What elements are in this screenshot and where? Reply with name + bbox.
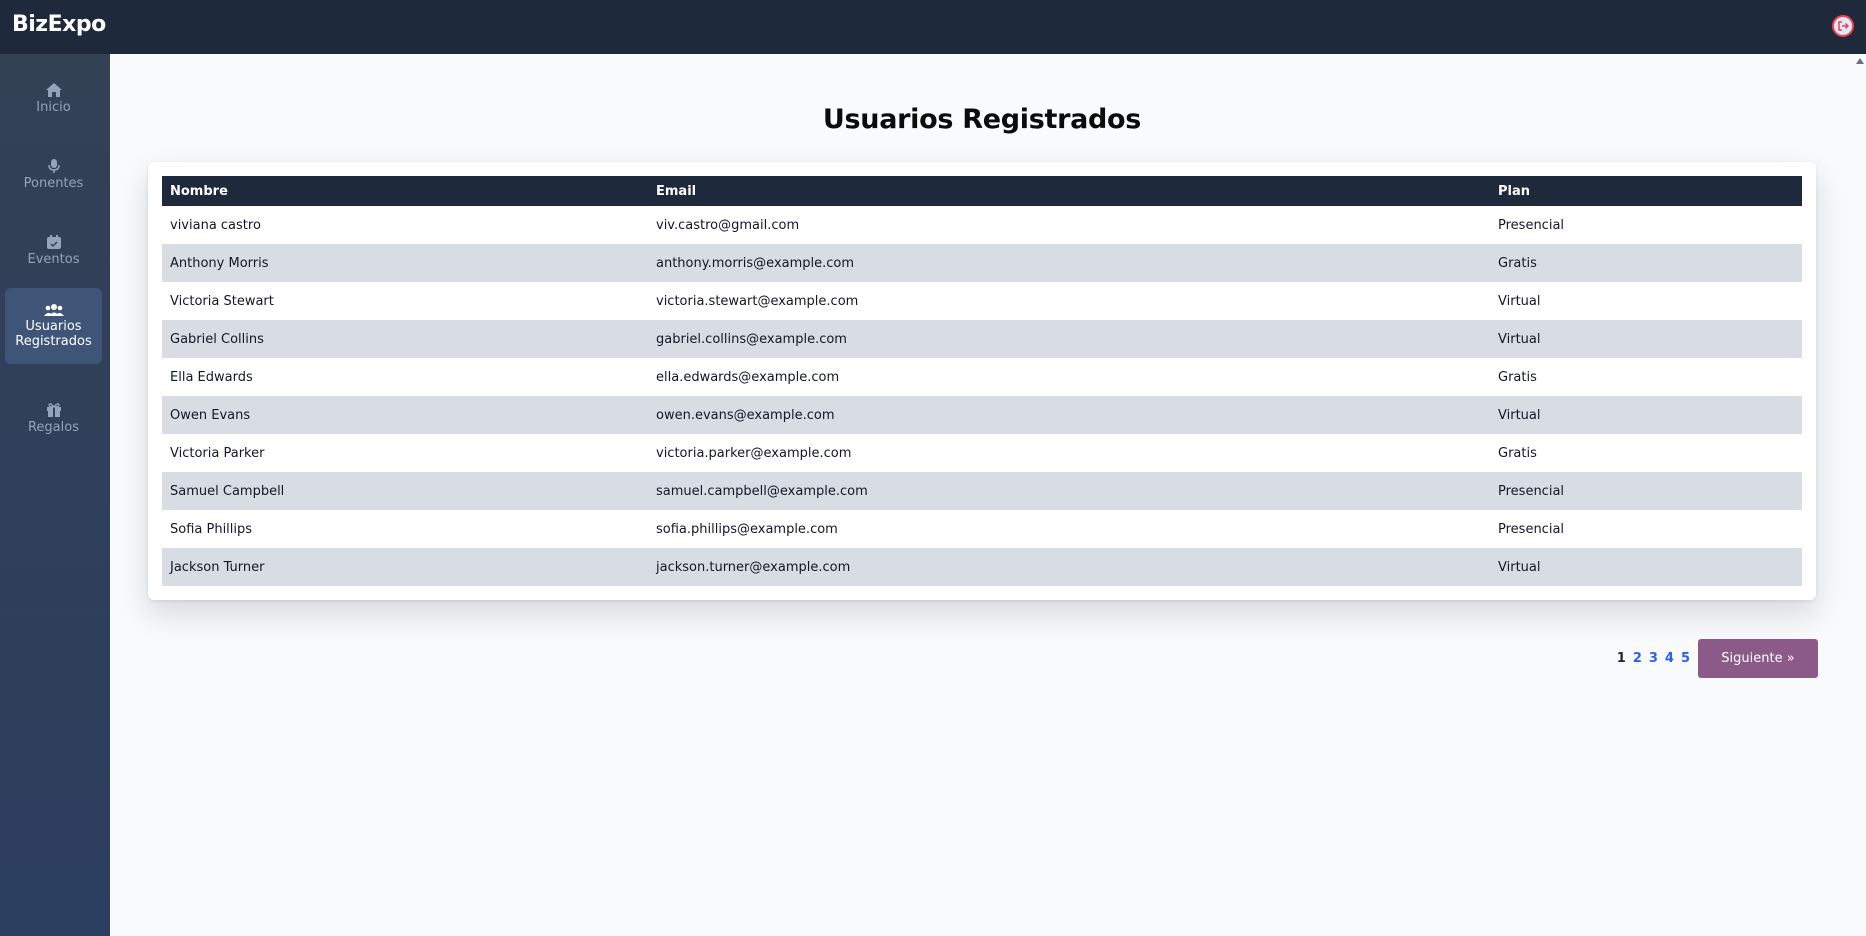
- table-row: Owen Evans owen.evans@example.com Virtua…: [162, 396, 1802, 434]
- user-name: Victoria Parker: [170, 445, 265, 461]
- home-icon: [45, 82, 62, 97]
- user-name: Anthony Morris: [170, 255, 269, 271]
- user-name: Ella Edwards: [170, 369, 253, 385]
- user-name: Gabriel Collins: [170, 331, 264, 347]
- table-row: Samuel Campbell samuel.campbell@example.…: [162, 472, 1802, 510]
- table-row: Sofia Phillips sofia.phillips@example.co…: [162, 510, 1802, 548]
- scroll-up-arrow[interactable]: [1856, 58, 1864, 64]
- table-header-row: Nombre Email Plan: [162, 176, 1802, 206]
- users-table-card: Nombre Email Plan viviana castro viv.cas…: [148, 162, 1816, 600]
- user-plan: Presencial: [1498, 521, 1565, 537]
- user-name: Sofia Phillips: [170, 521, 253, 537]
- table-row: Anthony Morris anthony.morris@example.co…: [162, 244, 1802, 282]
- user-email: gabriel.collins@example.com: [656, 331, 847, 347]
- page-link-5[interactable]: 5: [1681, 651, 1690, 666]
- user-email: viv.castro@gmail.com: [656, 217, 800, 233]
- sidebar-item-label: Eventos: [27, 251, 80, 267]
- user-name: Victoria Stewart: [170, 293, 274, 309]
- user-plan: Gratis: [1498, 445, 1537, 461]
- users-table: Nombre Email Plan viviana castro viv.cas…: [162, 176, 1802, 586]
- table-row: Ella Edwards ella.edwards@example.com Gr…: [162, 358, 1802, 396]
- user-plan: Gratis: [1498, 255, 1537, 271]
- main-content: Usuarios Registrados Nombre Email Plan v…: [110, 54, 1866, 936]
- sidebar-item-usuarios-registrados[interactable]: Usuarios Registrados: [5, 288, 102, 364]
- logout-icon[interactable]: [1832, 15, 1854, 37]
- user-plan: Gratis: [1498, 369, 1537, 385]
- page-link-4[interactable]: 4: [1665, 651, 1674, 666]
- next-page-button[interactable]: Siguiente »: [1698, 639, 1818, 678]
- sidebar-item-inicio[interactable]: Inicio: [5, 60, 102, 136]
- user-email: victoria.stewart@example.com: [656, 293, 859, 309]
- table-row: Gabriel Collins gabriel.collins@example.…: [162, 320, 1802, 358]
- user-email: sofia.phillips@example.com: [656, 521, 838, 537]
- user-email: victoria.parker@example.com: [656, 445, 852, 461]
- page-title: Usuarios Registrados: [822, 104, 1142, 135]
- user-plan: Virtual: [1498, 331, 1541, 347]
- user-email: owen.evans@example.com: [656, 407, 835, 423]
- user-email: samuel.campbell@example.com: [656, 483, 868, 499]
- page-link-3[interactable]: 3: [1649, 651, 1658, 666]
- column-header-nombre: Nombre: [170, 183, 228, 199]
- column-header-email: Email: [656, 183, 697, 199]
- user-email: ella.edwards@example.com: [656, 369, 840, 385]
- user-email: anthony.morris@example.com: [656, 255, 855, 271]
- app-logo[interactable]: BizExpo: [12, 12, 106, 37]
- user-plan: Presencial: [1498, 217, 1565, 233]
- user-plan: Virtual: [1498, 407, 1541, 423]
- pagination: 1 2 3 4 5 Siguiente »: [1610, 639, 1818, 678]
- table-row: viviana castro viv.castro@gmail.com Pres…: [162, 206, 1802, 244]
- sidebar-item-regalos[interactable]: Regalos: [5, 380, 102, 456]
- gift-icon: [46, 402, 61, 417]
- sidebar-item-label: Ponentes: [23, 175, 84, 191]
- user-name: Owen Evans: [170, 407, 251, 423]
- sidebar: Inicio Ponentes Eventos Usuarios Registr…: [0, 54, 110, 936]
- calendar-check-icon: [46, 234, 61, 249]
- user-plan: Presencial: [1498, 483, 1565, 499]
- sidebar-item-ponentes[interactable]: Ponentes: [5, 136, 102, 212]
- sidebar-item-label: Usuarios Registrados: [15, 319, 92, 349]
- microphone-icon: [47, 158, 60, 173]
- column-header-plan: Plan: [1498, 183, 1531, 199]
- user-name: Samuel Campbell: [170, 483, 285, 499]
- table-row: Victoria Parker victoria.parker@example.…: [162, 434, 1802, 472]
- sidebar-item-label: Regalos: [27, 419, 79, 435]
- user-name: Jackson Turner: [170, 559, 265, 575]
- user-plan: Virtual: [1498, 559, 1541, 575]
- table-row: Jackson Turner jackson.turner@example.co…: [162, 548, 1802, 586]
- sidebar-item-label: Inicio: [36, 99, 71, 115]
- user-email: jackson.turner@example.com: [656, 559, 851, 575]
- page-link-1[interactable]: 1: [1617, 651, 1626, 666]
- sidebar-item-eventos[interactable]: Eventos: [5, 212, 102, 288]
- user-plan: Virtual: [1498, 293, 1541, 309]
- user-name: viviana castro: [170, 217, 261, 233]
- top-bar: BizExpo: [0, 0, 1866, 54]
- users-icon: [43, 304, 64, 316]
- table-row: Victoria Stewart victoria.stewart@exampl…: [162, 282, 1802, 320]
- page-link-2[interactable]: 2: [1633, 651, 1642, 666]
